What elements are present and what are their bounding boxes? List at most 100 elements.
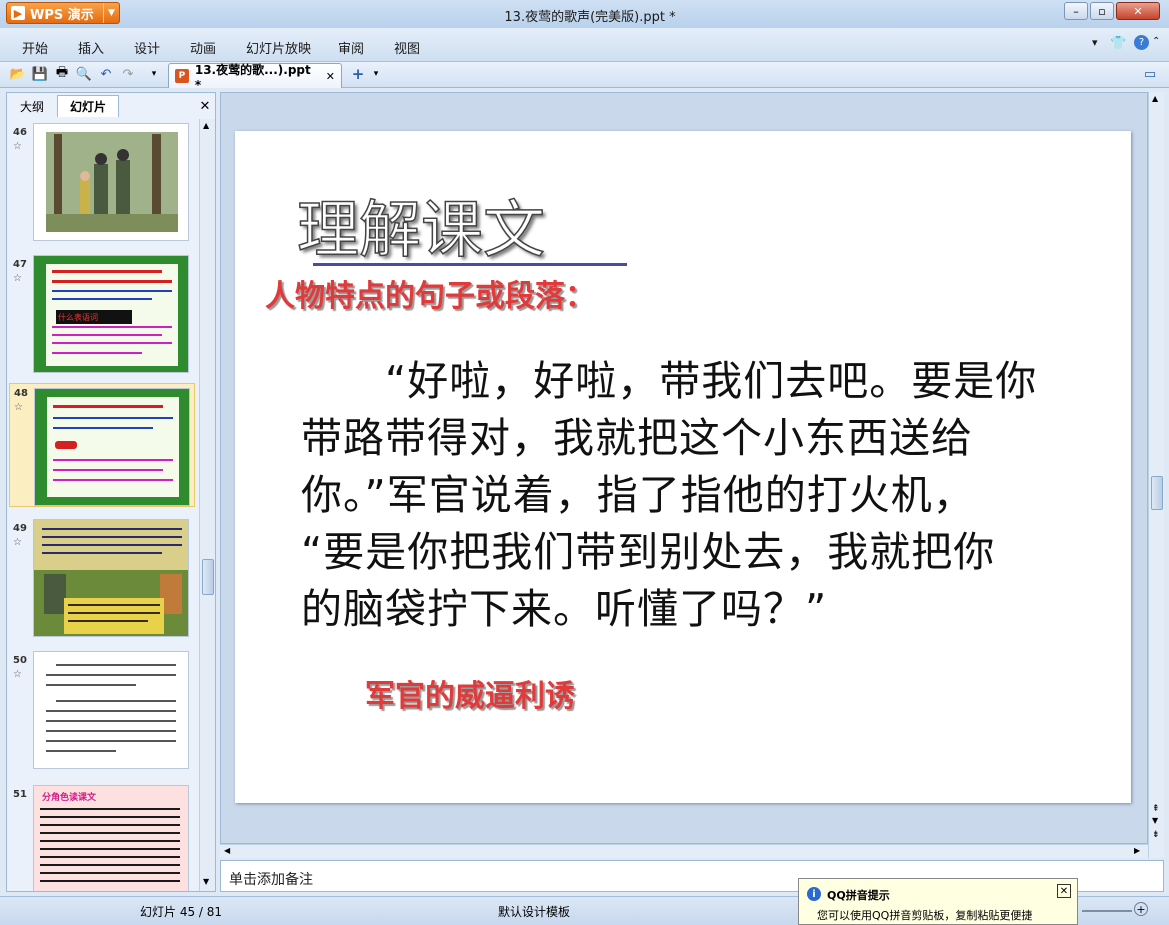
animation-star-icon: ☆ <box>14 402 23 413</box>
close-tip-icon[interactable]: ✕ <box>1057 884 1071 898</box>
slide-number: 51 <box>13 789 27 800</box>
thumbnail-item[interactable]: 46 ☆ <box>9 123 195 247</box>
editor-vertical-scrollbar[interactable]: ▲ ⇞ ▼ ⇟ <box>1148 92 1164 858</box>
menu-bar: 开始 插入 设计 动画 幻灯片放映 审阅 视图 ▾ 👕 ? ⌃ <box>0 28 1169 62</box>
slide-editor-area: 理解课文 人物特点的句子或段落： “好啦，好啦，带我们去吧。要是你 带路带得对，… <box>220 92 1148 844</box>
maximize-icon: ▫ <box>1098 4 1106 18</box>
panel-toggle-icon[interactable]: ▭ <box>1142 66 1158 82</box>
scroll-right-icon[interactable]: ▶ <box>1134 846 1140 855</box>
slide-subtitle[interactable]: 人物特点的句子或段落： <box>265 271 595 315</box>
thumbnail-item-selected[interactable]: 48 ☆ <box>9 383 195 507</box>
info-icon: i <box>807 887 821 901</box>
minimize-icon: – <box>1073 4 1079 18</box>
next-slide-icon[interactable]: ⇟ <box>1152 830 1160 840</box>
maximize-button[interactable]: ▫ <box>1090 2 1114 20</box>
slide-thumbnail-image: 分角色读课文 <box>33 785 189 891</box>
print-preview-icon[interactable]: 🔍 <box>76 66 92 82</box>
minimize-button[interactable]: – <box>1064 2 1088 20</box>
scroll-left-icon[interactable]: ◀ <box>224 846 230 855</box>
scroll-down-icon[interactable]: ▼ <box>203 877 209 886</box>
slide-number: 47 <box>13 259 27 270</box>
slide-thumbnail-image <box>33 123 189 241</box>
close-tab-icon[interactable]: ✕ <box>326 70 335 83</box>
text-slide-image <box>46 664 176 752</box>
open-folder-icon[interactable]: 📂 <box>10 66 26 82</box>
thumbnail-item[interactable]: 47 ☆ 什么表语词 <box>9 255 195 379</box>
window-title: 13.夜莺的歌声(完美版).ppt * <box>504 10 676 25</box>
notes-placeholder: 单击添加备注 <box>229 872 313 888</box>
slide-canvas[interactable]: 理解课文 人物特点的句子或段落： “好啦，好啦，带我们去吧。要是你 带路带得对，… <box>235 131 1131 803</box>
slide-counter: 幻灯片 45 / 81 <box>140 905 223 919</box>
menu-home[interactable]: 开始 <box>22 38 48 57</box>
scroll-thumb[interactable] <box>1151 476 1163 510</box>
animation-star-icon: ☆ <box>13 141 22 152</box>
thumbnail-list: 46 ☆ 47 ☆ 什么表语词 48 ☆ 49 ☆ 50 ☆ 51 分角色读课文 <box>9 119 195 891</box>
skin-shirt-icon[interactable]: 👕 <box>1110 36 1126 51</box>
tip-title: QQ拼音提示 <box>827 889 890 902</box>
app-name: WPS 演示 <box>30 7 94 23</box>
scroll-thumb[interactable] <box>202 559 214 595</box>
thumbnail-caption: 分角色读课文 <box>42 793 97 803</box>
quick-access-toolbar: 📂 💾 🖶 🔍 ↶ ↷ ▾ P 13.夜莺的歌...).ppt * ✕ + ▾ … <box>0 62 1169 92</box>
thumbnail-item[interactable]: 49 ☆ <box>9 519 195 643</box>
ribbon-collapse-icon[interactable]: ⌃ <box>1152 36 1160 47</box>
slide-thumbnail-image <box>33 651 189 769</box>
design-template-name: 默认设计模板 <box>498 905 571 919</box>
menu-animation[interactable]: 动画 <box>190 38 216 57</box>
document-tab-label: 13.夜莺的歌...).ppt * <box>194 62 311 92</box>
quote-line: 的脑袋拧下来。听懂了吗？” <box>301 585 828 633</box>
print-icon[interactable]: 🖶 <box>54 65 70 82</box>
slide-title[interactable]: 理解课文 <box>296 179 546 269</box>
quote-text-box[interactable]: “好啦，好啦，带我们去吧。要是你 带路带得对，我就把这个小东西送给 你。”军官说… <box>301 353 1101 638</box>
quote-line: “要是你把我们带到别处去，我就把你 <box>301 528 996 576</box>
new-tab-plus-icon[interactable]: + <box>348 65 368 83</box>
quote-line: “好啦，好啦，带我们去吧。要是你 <box>301 357 1038 405</box>
slides-panel: 大纲 幻灯片 ✕ 46 ☆ 47 ☆ 什么表语词 48 ☆ 49 ☆ 50 ☆ … <box>6 92 216 892</box>
undo-icon[interactable]: ↶ <box>98 66 114 82</box>
zoom-slider[interactable] <box>1082 910 1132 912</box>
thumbnail-item[interactable]: 50 ☆ <box>9 651 195 775</box>
tab-list-dropdown-icon[interactable]: ▾ <box>368 66 384 82</box>
thumbnail-scrollbar[interactable]: ▲ ▼ <box>199 119 215 891</box>
menu-insert[interactable]: 插入 <box>78 38 104 57</box>
save-icon[interactable]: 💾 <box>32 66 48 82</box>
slide-number: 49 <box>13 523 27 534</box>
wps-logo-icon: ▶ <box>11 6 25 20</box>
slide-annotation[interactable]: 军官的威逼利诱 <box>365 671 575 715</box>
menu-design[interactable]: 设计 <box>134 38 160 57</box>
editor-horizontal-scrollbar[interactable]: ◀ ▶ <box>220 844 1148 858</box>
menu-view[interactable]: 视图 <box>394 38 420 57</box>
customize-toolbar-icon[interactable]: ▾ <box>146 66 162 82</box>
document-tab[interactable]: P 13.夜莺的歌...).ppt * ✕ <box>168 63 342 92</box>
slide-thumbnail-image: 什么表语词 <box>33 255 189 373</box>
title-bar: ▶ WPS 演示 ▼ 13.夜莺的歌声(完美版).ppt * – ▫ ✕ <box>0 0 1169 28</box>
chevron-down-icon: ▼ <box>103 3 119 23</box>
animation-star-icon: ☆ <box>13 537 22 548</box>
tab-slides[interactable]: 幻灯片 <box>57 95 119 117</box>
title-underline <box>313 263 627 266</box>
slide-number: 48 <box>14 388 28 399</box>
tip-body: 您可以使用QQ拼音剪贴板，复制粘贴更便捷 <box>817 909 1033 922</box>
close-window-button[interactable]: ✕ <box>1116 2 1160 20</box>
quote-line: 你。”军官说着，指了指他的打火机， <box>301 471 975 519</box>
slide-number: 46 <box>13 127 27 138</box>
soldiers-scene-image <box>34 520 188 634</box>
thumbnail-caption: 什么表语词 <box>58 313 98 322</box>
scroll-up-icon[interactable]: ▲ <box>203 121 209 130</box>
help-icon[interactable]: ? <box>1134 35 1149 50</box>
slide-number: 50 <box>13 655 27 666</box>
scroll-down-icon[interactable]: ▼ <box>1152 816 1158 825</box>
close-panel-icon[interactable]: ✕ <box>197 95 213 117</box>
thumbnail-item[interactable]: 51 分角色读课文 <box>9 785 195 891</box>
scroll-up-icon[interactable]: ▲ <box>1152 94 1158 103</box>
zoom-in-icon[interactable]: + <box>1134 902 1148 916</box>
help-dropdown-icon[interactable]: ▾ <box>1092 36 1098 49</box>
redo-icon[interactable]: ↷ <box>120 66 136 82</box>
previous-slide-icon[interactable]: ⇞ <box>1152 804 1160 814</box>
wps-app-menu-button[interactable]: ▶ WPS 演示 ▼ <box>6 2 120 24</box>
tab-outline[interactable]: 大纲 <box>9 95 55 117</box>
slide-thumbnail-image <box>33 519 189 637</box>
menu-review[interactable]: 审阅 <box>338 38 364 57</box>
forest-scene-image <box>46 132 178 232</box>
menu-slideshow[interactable]: 幻灯片放映 <box>246 38 311 57</box>
